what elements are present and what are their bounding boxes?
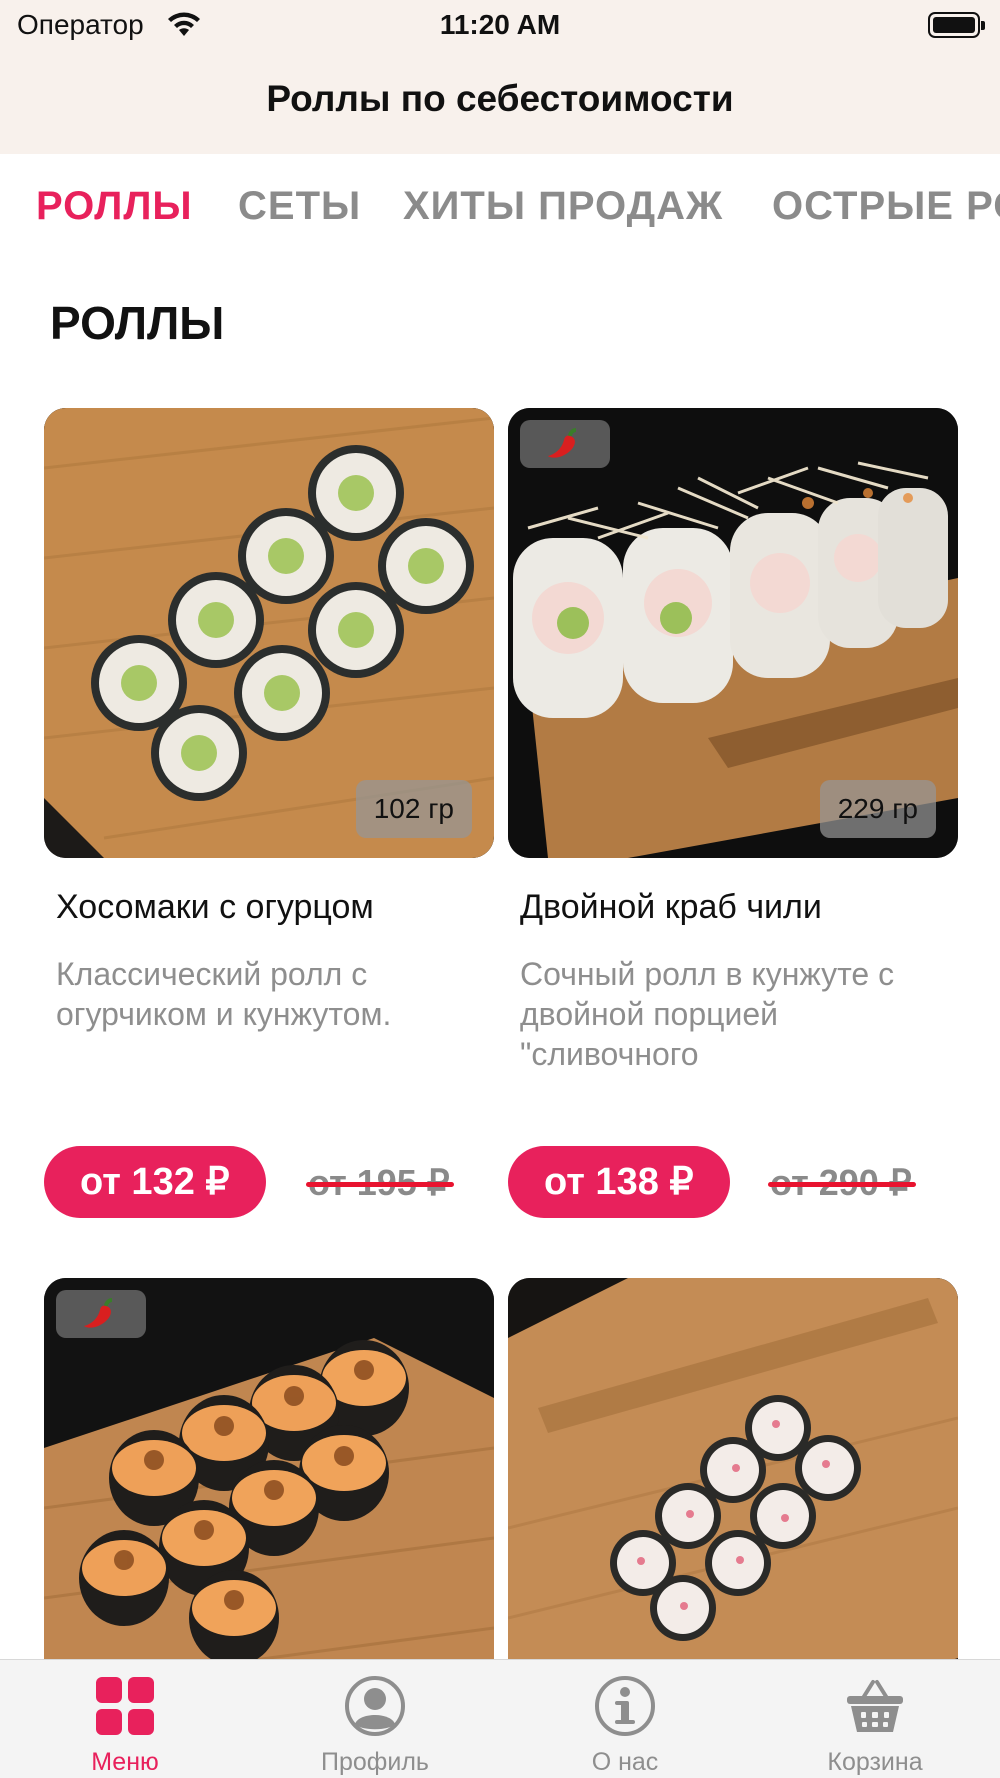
tab-sets[interactable]: СЕТЫ — [238, 184, 361, 229]
weight-badge: 229 гр — [819, 780, 936, 838]
price-button[interactable]: от 132 ₽ — [44, 1146, 266, 1218]
price-button[interactable]: от 138 ₽ — [508, 1146, 730, 1218]
spicy-badge — [520, 420, 610, 468]
weight-badge: 102 гр — [355, 780, 472, 838]
tabbar-label: О нас — [591, 1748, 659, 1776]
product-card[interactable]: 102 гр Хосомаки с огурцом Классический р… — [44, 408, 494, 1238]
spicy-badge — [56, 1290, 146, 1338]
product-name: Двойной краб чили — [520, 888, 822, 926]
tabbar-item-menu[interactable]: Меню — [0, 1660, 250, 1778]
header: Оператор 11:20 AM Роллы по себестоимости — [0, 0, 1000, 154]
category-tabs: РОЛЛЫ СЕТЫ ХИТЫ ПРОДАЖ ОСТРЫЕ РОЛЛЫ — [0, 154, 1000, 264]
tab-bar: Меню Профиль О нас Корзина — [0, 1659, 1000, 1778]
chili-icon — [548, 428, 577, 458]
basket-icon — [847, 1680, 903, 1732]
battery-icon — [928, 12, 985, 38]
tab-rolls[interactable]: РОЛЛЫ — [36, 184, 193, 229]
product-image[interactable]: 102 гр — [44, 408, 494, 858]
tab-bestsellers[interactable]: ХИТЫ ПРОДАЖ — [403, 184, 723, 229]
section-title: РОЛЛЫ — [50, 297, 225, 349]
tabbar-item-cart[interactable]: Корзина — [750, 1660, 1000, 1778]
status-time: 11:20 AM — [439, 9, 561, 40]
tab-spicy-rolls[interactable]: ОСТРЫЕ РОЛЛЫ — [772, 184, 1000, 229]
status-bar: Оператор 11:20 AM — [0, 0, 1000, 50]
product-name: Хосомаки с огурцом — [56, 888, 374, 926]
tabbar-item-about[interactable]: О нас — [500, 1660, 750, 1778]
tabbar-label: Меню — [91, 1748, 159, 1776]
product-image[interactable]: 229 гр — [508, 408, 958, 858]
old-price: от 290 ₽ — [768, 1162, 916, 1204]
info-icon — [595, 1676, 655, 1736]
old-price: от 195 ₽ — [306, 1162, 454, 1204]
product-description: Классический ролл с огурчиком и кунжутом… — [56, 956, 392, 1032]
product-description: Сочный ролл в кунжуте с двойной порцией … — [520, 956, 895, 1072]
profile-icon — [345, 1676, 405, 1736]
strike-line — [306, 1182, 454, 1187]
page-title: Роллы по себестоимости — [266, 78, 734, 119]
tabbar-item-profile[interactable]: Профиль — [250, 1660, 500, 1778]
product-card[interactable]: 229 гр Двойной краб чили Сочный ролл в к… — [508, 408, 958, 1238]
tabbar-label: Профиль — [321, 1748, 429, 1776]
tabbar-label: Корзина — [827, 1748, 923, 1776]
menu-grid-icon — [96, 1677, 154, 1735]
chili-icon — [84, 1298, 113, 1328]
strike-line — [768, 1182, 916, 1187]
